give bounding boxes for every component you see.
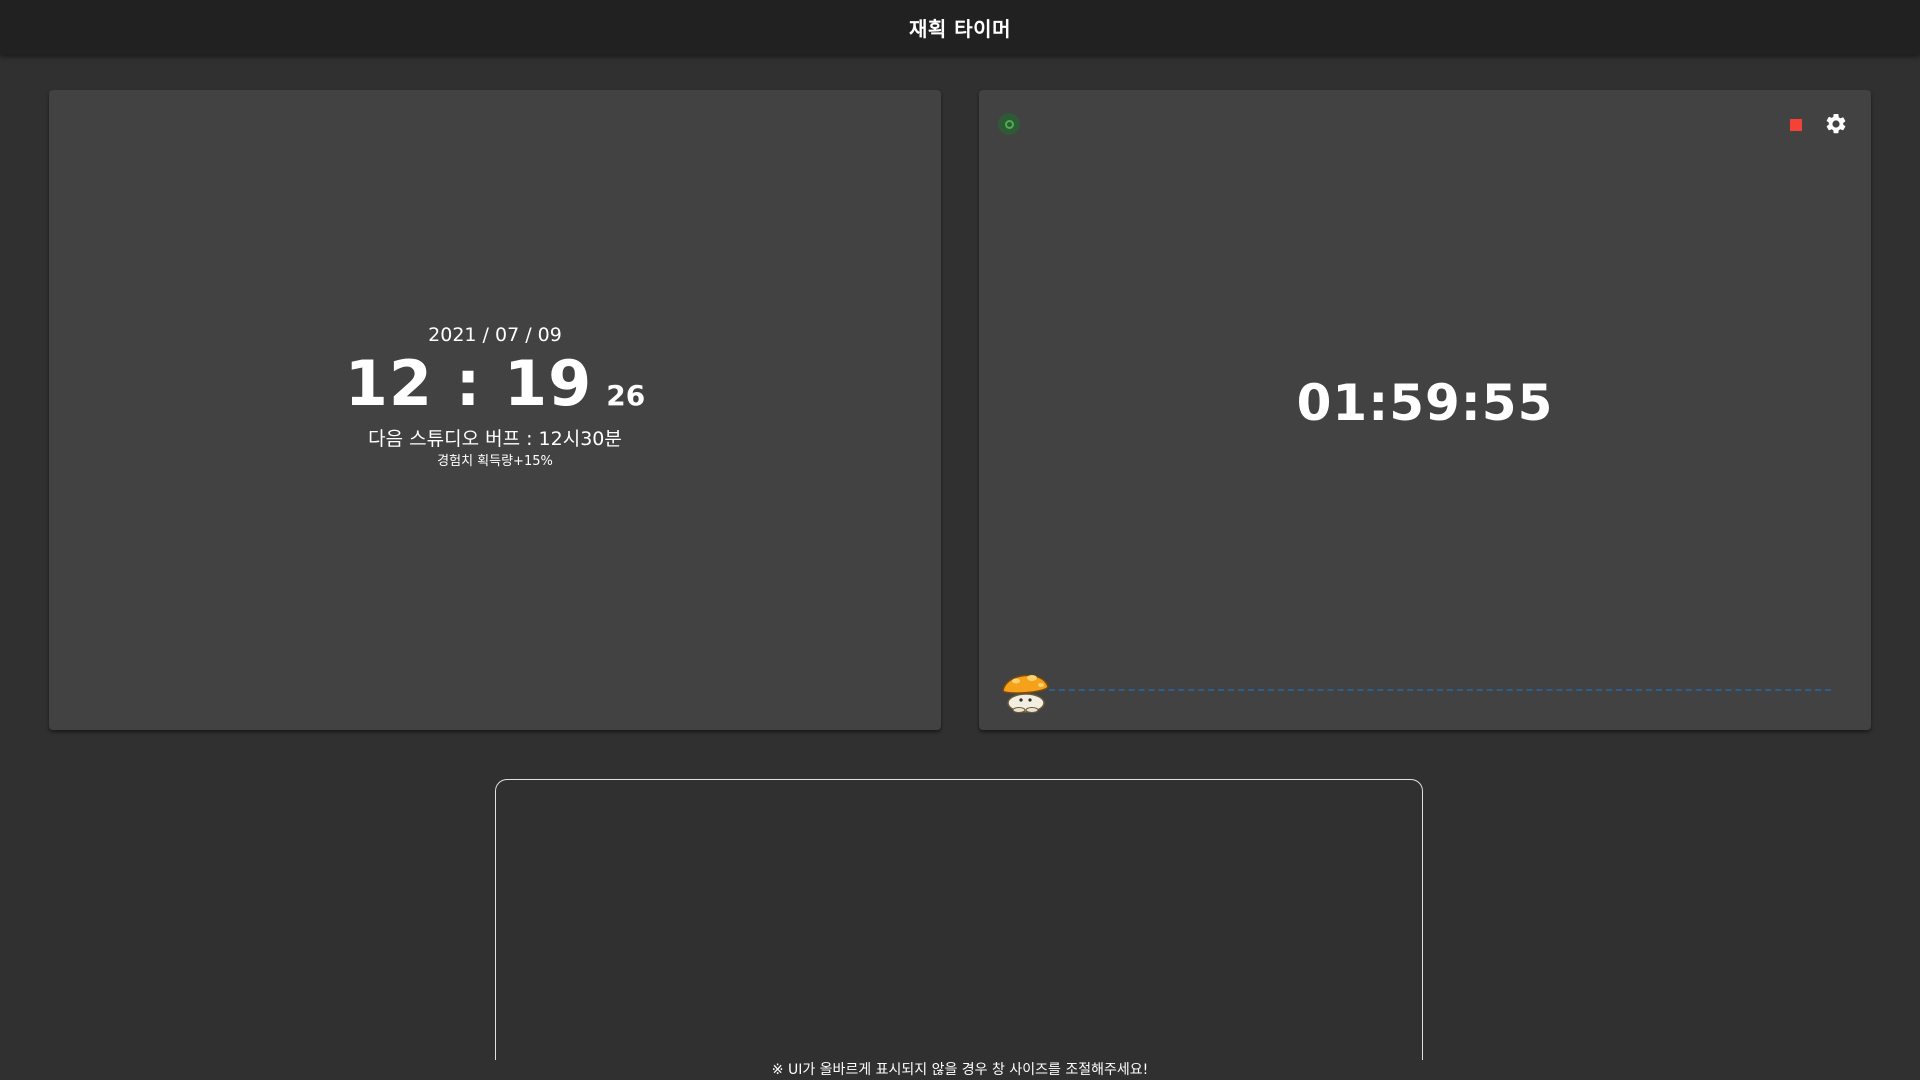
clock-seconds: 26 (606, 379, 646, 412)
app-bar: 재획 타이머 (0, 0, 1920, 55)
timer-card: 01:59:55 (979, 90, 1871, 730)
log-panel (495, 779, 1423, 1080)
mushroom-icon (1002, 674, 1049, 713)
clock-date: 2021 / 07 / 09 (428, 324, 562, 346)
gear-icon[interactable] (1824, 112, 1848, 136)
status-indicator-icon (998, 113, 1020, 135)
clock-block: 2021 / 07 / 09 12 : 19 26 다음 스튜디오 버프 : 1… (49, 322, 941, 471)
stop-button[interactable] (1790, 119, 1802, 131)
next-buff-label: 다음 스튜디오 버프 : 12시30분 (368, 428, 622, 450)
timer-display: 01:59:55 (1296, 374, 1554, 432)
footer-notice: ※ UI가 올바르게 표시되지 않을 경우 창 사이즈를 조절해주세요! (0, 1060, 1920, 1080)
buff-effect-label: 경험치 획득량+15% (437, 454, 553, 469)
app-title: 재획 타이머 (909, 17, 1011, 41)
progress-track (1049, 689, 1831, 691)
clock-card: 2021 / 07 / 09 12 : 19 26 다음 스튜디오 버프 : 1… (49, 90, 941, 730)
status-indicator-ring (1004, 119, 1014, 129)
clock-time-row: 12 : 19 26 (49, 348, 941, 420)
clock-time: 12 : 19 (344, 347, 593, 420)
